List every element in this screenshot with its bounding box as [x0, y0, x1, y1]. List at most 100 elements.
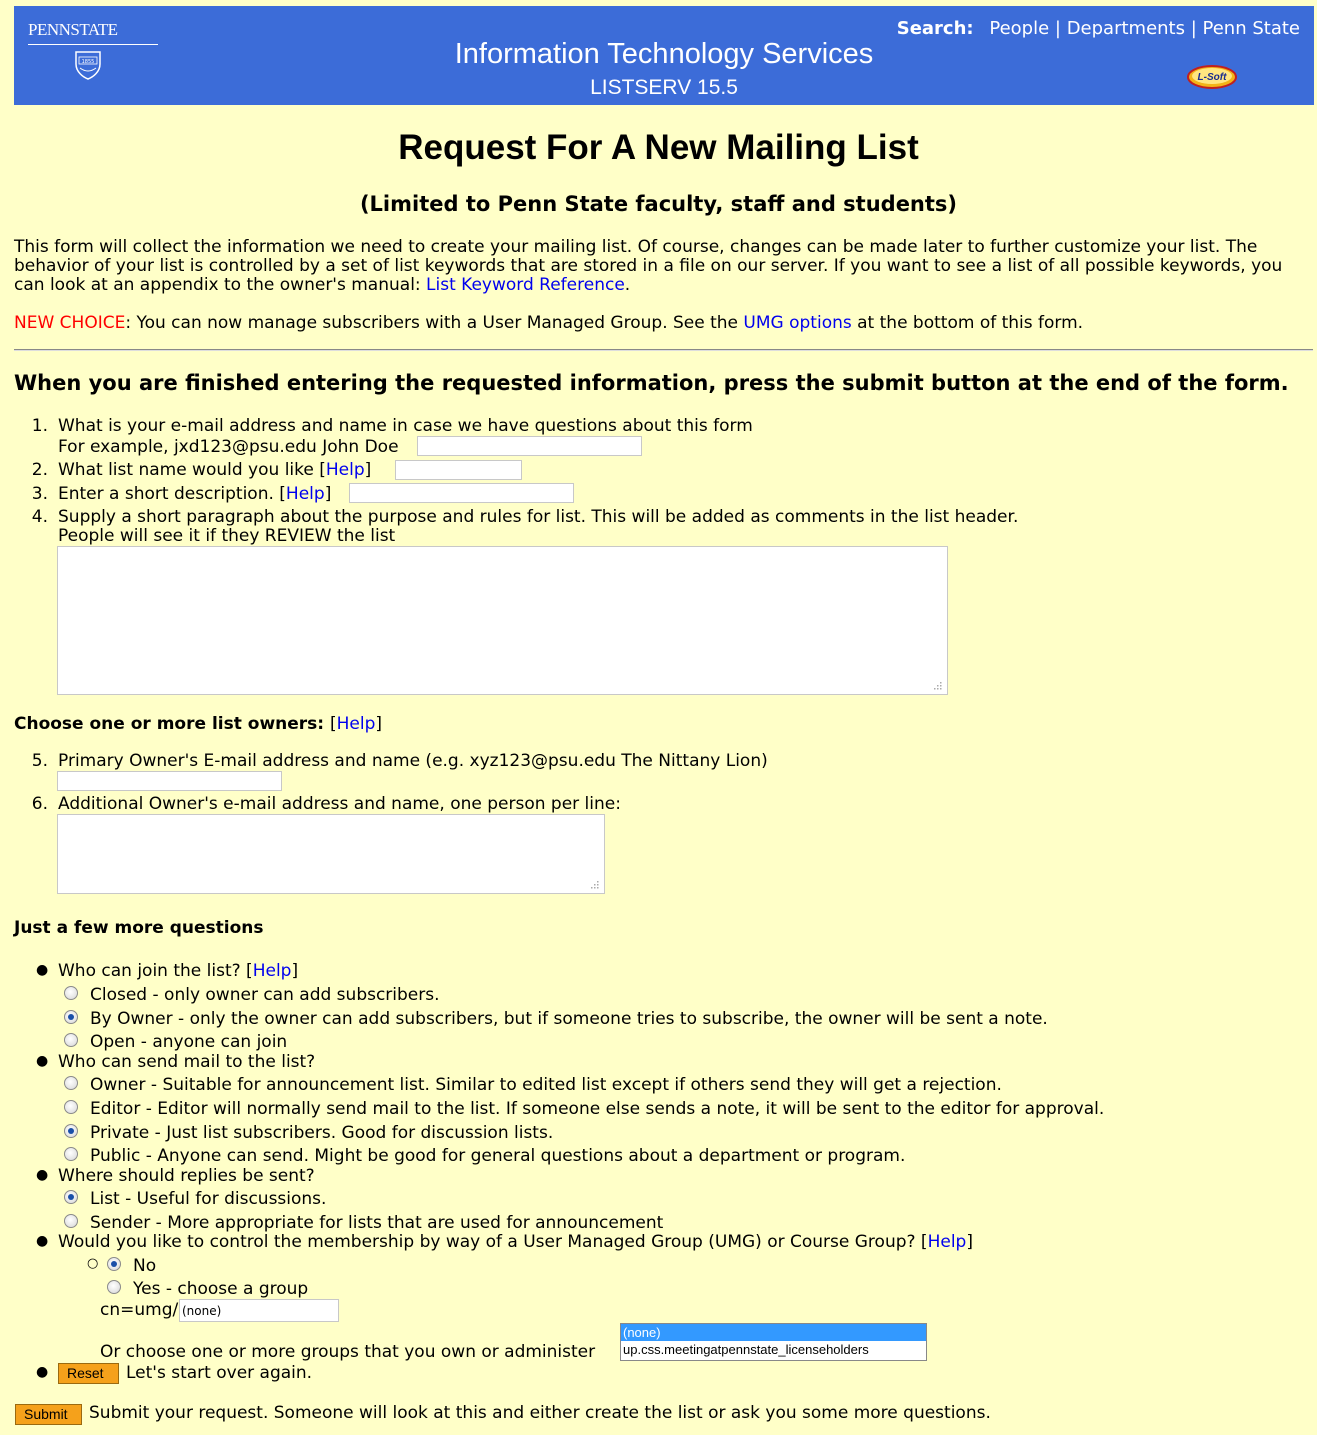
join-open-label: Open - anyone can join	[90, 1032, 288, 1052]
group-option-licenseholders[interactable]: up.css.meetingatpennstate_licenseholders	[621, 1341, 926, 1358]
page-title: Request For A New Mailing List	[398, 128, 919, 167]
submit-text: Submit your request. Someone will look a…	[89, 1403, 991, 1423]
new-choice-text: : You can now manage subscribers with a …	[125, 313, 744, 333]
send-question: Who can send mail to the list?	[58, 1052, 316, 1072]
owners-heading-text: Choose one or more list owners:	[14, 714, 325, 734]
search-people-link[interactable]: People	[989, 18, 1049, 39]
reply-list-label: List - Useful for discussions.	[90, 1189, 327, 1209]
primary-owner-input[interactable]	[57, 771, 282, 791]
umg-question-text: Would you like to control the membership…	[58, 1232, 916, 1252]
join-by-owner-radio[interactable]	[64, 1010, 78, 1024]
resize-grip-icon[interactable]	[589, 879, 599, 889]
intro-text: This form will collect the information w…	[14, 237, 1283, 295]
send-public-label: Public - Anyone can send. Might be good …	[90, 1146, 906, 1166]
reset-text: Let's start over again.	[126, 1363, 313, 1383]
bullet: ●	[36, 1053, 49, 1069]
description-input[interactable]	[349, 483, 574, 503]
new-choice-label: NEW CHOICE	[14, 313, 126, 333]
keyword-reference-link[interactable]: List Keyword Reference	[426, 275, 625, 295]
reply-list-radio[interactable]	[64, 1190, 78, 1204]
reset-button[interactable]: Reset	[58, 1363, 119, 1384]
resize-grip-icon[interactable]	[932, 680, 942, 690]
q2-label: What list name would you like [Help]	[58, 460, 372, 480]
send-public-radio[interactable]	[64, 1147, 78, 1161]
contact-email-input[interactable]	[417, 436, 642, 456]
more-questions-heading: Just a few more questions	[14, 918, 264, 938]
header-title: Information Technology Services	[454, 38, 874, 70]
submit-button[interactable]: Submit	[15, 1404, 82, 1425]
q2-number: 2.	[31, 460, 48, 480]
umg-yes-label: Yes - choose a group	[133, 1279, 309, 1299]
group-option-none[interactable]: (none)	[621, 1324, 926, 1341]
send-private-radio[interactable]	[64, 1124, 78, 1138]
q1-example: For example, jxd123@psu.edu John Doe	[58, 437, 399, 457]
group-listbox[interactable]: (none) up.css.meetingatpennstate_license…	[620, 1323, 927, 1361]
finished-heading: When you are finished entering the reque…	[14, 371, 1289, 395]
pennstate-logo[interactable]: PENNSTATE	[28, 20, 118, 40]
umg-options-link[interactable]: UMG options	[743, 313, 851, 333]
list-name-input[interactable]	[395, 460, 522, 480]
description-help-link[interactable]: Help	[286, 484, 325, 504]
umg-help-link[interactable]: Help	[928, 1232, 967, 1252]
join-closed-radio[interactable]	[64, 986, 78, 1000]
reply-question: Where should replies be sent?	[58, 1166, 315, 1186]
umg-cn-input[interactable]	[179, 1299, 339, 1322]
intro-end: .	[624, 275, 631, 295]
list-name-help-link[interactable]: Help	[326, 460, 365, 480]
bullet: ●	[36, 962, 49, 978]
send-owner-radio[interactable]	[64, 1076, 78, 1090]
q3-number: 3.	[31, 484, 48, 504]
circle-bullet: ○	[87, 1256, 99, 1271]
join-question-text: Who can join the list?	[58, 961, 241, 981]
q5-label: Primary Owner's E-mail address and name …	[58, 751, 768, 771]
bullet: ●	[36, 1233, 49, 1249]
send-private-label: Private - Just list subscribers. Good fo…	[90, 1123, 554, 1143]
search-separator: |	[1049, 18, 1067, 39]
additional-owners-textarea[interactable]	[57, 814, 605, 894]
join-help-link[interactable]: Help	[253, 961, 292, 981]
reply-sender-label: Sender - More appropriate for lists that…	[90, 1213, 664, 1233]
cn-label: cn=umg/	[100, 1300, 179, 1320]
send-editor-label: Editor - Editor will normally send mail …	[90, 1099, 1105, 1119]
q4-label: Supply a short paragraph about the purpo…	[58, 507, 1019, 527]
q1-label: What is your e-mail address and name in …	[58, 416, 753, 436]
join-closed-label: Closed - only owner can add subscribers.	[90, 985, 440, 1005]
lsoft-logo-text: L-Soft	[1198, 72, 1228, 83]
divider	[14, 349, 1313, 351]
new-choice-end: at the bottom of this form.	[851, 313, 1084, 333]
join-by-owner-label: By Owner - only the owner can add subscr…	[90, 1009, 1048, 1029]
bullet: ●	[36, 1364, 49, 1380]
new-choice-notice: NEW CHOICE: You can now manage subscribe…	[14, 313, 1083, 333]
lsoft-logo-icon[interactable]: L-Soft	[1186, 62, 1238, 92]
search-pennstate-link[interactable]: Penn State	[1203, 18, 1300, 39]
owners-heading: Choose one or more list owners: [Help]	[14, 714, 383, 734]
search-separator: |	[1185, 18, 1203, 39]
owners-help-link[interactable]: Help	[337, 714, 376, 734]
reply-sender-radio[interactable]	[64, 1214, 78, 1228]
purpose-textarea[interactable]	[57, 546, 948, 695]
q6-label: Additional Owner's e-mail address and na…	[58, 794, 621, 814]
search-label: Search:	[896, 18, 974, 39]
header-search: Search: People | Departments | Penn Stat…	[897, 18, 1300, 39]
q4-number: 4.	[31, 507, 48, 527]
q4-note: People will see it if they REVIEW the li…	[58, 526, 396, 546]
umg-question: Would you like to control the membership…	[58, 1232, 973, 1252]
q1-number: 1.	[31, 416, 48, 436]
send-editor-radio[interactable]	[64, 1100, 78, 1114]
intro-paragraph: This form will collect the information w…	[14, 238, 1314, 295]
search-departments-link[interactable]: Departments	[1067, 18, 1185, 39]
join-question: Who can join the list? [Help]	[58, 961, 299, 981]
bullet: ●	[36, 1167, 49, 1183]
q2-text: What list name would you like	[58, 460, 314, 480]
umg-no-radio[interactable]	[107, 1257, 121, 1271]
umg-no-label: No	[133, 1256, 157, 1276]
umg-yes-radio[interactable]	[107, 1280, 121, 1294]
send-owner-label: Owner - Suitable for announcement list. …	[90, 1075, 1002, 1095]
header-subtitle: LISTSERV 15.5	[590, 76, 738, 99]
page-subtitle: (Limited to Penn State faculty, staff an…	[359, 192, 958, 216]
join-open-radio[interactable]	[64, 1033, 78, 1047]
or-choose-label: Or choose one or more groups that you ow…	[100, 1342, 596, 1362]
q3-text: Enter a short description.	[58, 484, 274, 504]
site-header: PENNSTATE 1855 Information Technology Se…	[14, 6, 1314, 105]
q3-label: Enter a short description. [Help]	[58, 484, 332, 504]
